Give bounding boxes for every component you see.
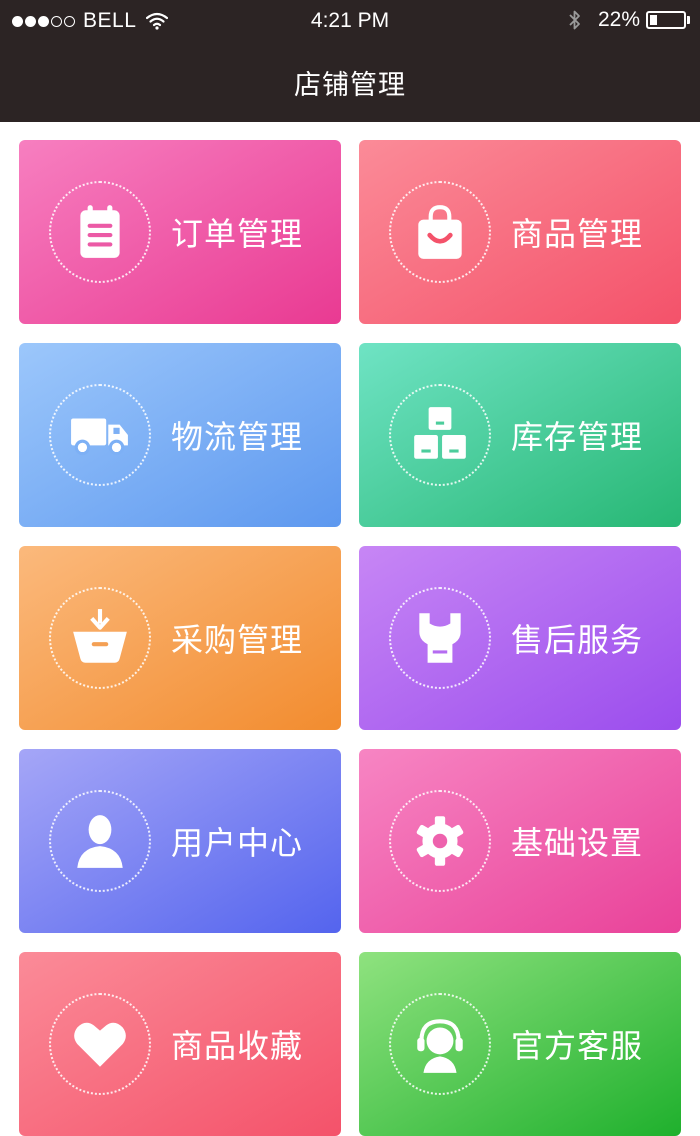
icon-ring <box>49 181 151 283</box>
battery-percentage: 22% <box>597 8 640 31</box>
battery-icon <box>646 11 686 29</box>
tile-boxes[interactable]: 库存管理 <box>359 343 681 527</box>
icon-ring <box>49 587 151 689</box>
tile-label: 库存管理 <box>511 418 644 456</box>
tile-label: 采购管理 <box>171 621 304 659</box>
icon-ring <box>389 181 491 283</box>
status-bar: BELL 4:21 PM 22% <box>0 0 700 42</box>
icon-ring <box>49 993 151 1095</box>
user-icon <box>69 810 131 872</box>
truck-icon <box>69 404 131 466</box>
tile-basket[interactable]: 采购管理 <box>19 546 341 730</box>
tile-clipboard[interactable]: 订单管理 <box>19 140 341 324</box>
headset-icon <box>409 1013 471 1075</box>
icon-ring <box>389 384 491 486</box>
gear-icon <box>409 810 471 872</box>
icon-ring <box>389 993 491 1095</box>
tile-label: 订单管理 <box>171 215 304 253</box>
tile-label: 物流管理 <box>171 418 304 456</box>
boxes-icon <box>409 404 471 466</box>
tile-truck[interactable]: 物流管理 <box>19 343 341 527</box>
icon-ring <box>389 790 491 892</box>
tile-heart[interactable]: 商品收藏 <box>19 952 341 1136</box>
tile-label: 商品收藏 <box>171 1027 304 1065</box>
tile-shopping-bag[interactable]: 商品管理 <box>359 140 681 324</box>
nav-bar: 店铺管理 <box>0 42 700 122</box>
tile-label: 基础设置 <box>511 824 644 862</box>
tile-label: 用户中心 <box>171 824 304 862</box>
tile-headset[interactable]: 官方客服 <box>359 952 681 1136</box>
heart-icon <box>69 1013 131 1075</box>
battery-level <box>650 15 658 25</box>
status-right: 22% <box>568 8 690 32</box>
tile-label: 商品管理 <box>511 215 644 253</box>
tile-user[interactable]: 用户中心 <box>19 749 341 933</box>
basket-icon <box>69 607 131 669</box>
icon-ring <box>49 790 151 892</box>
shopping-bag-icon <box>409 201 471 263</box>
tile-label: 官方客服 <box>511 1027 644 1065</box>
tile-wrench[interactable]: 售后服务 <box>359 546 681 730</box>
icon-ring <box>389 587 491 689</box>
clipboard-icon <box>69 201 131 263</box>
wrench-icon <box>409 607 471 669</box>
tile-gear[interactable]: 基础设置 <box>359 749 681 933</box>
battery-tip <box>687 16 690 24</box>
icon-ring <box>49 384 151 486</box>
tile-label: 售后服务 <box>511 621 644 659</box>
bluetooth-icon <box>569 10 580 30</box>
page-title: 店铺管理 <box>294 69 406 101</box>
